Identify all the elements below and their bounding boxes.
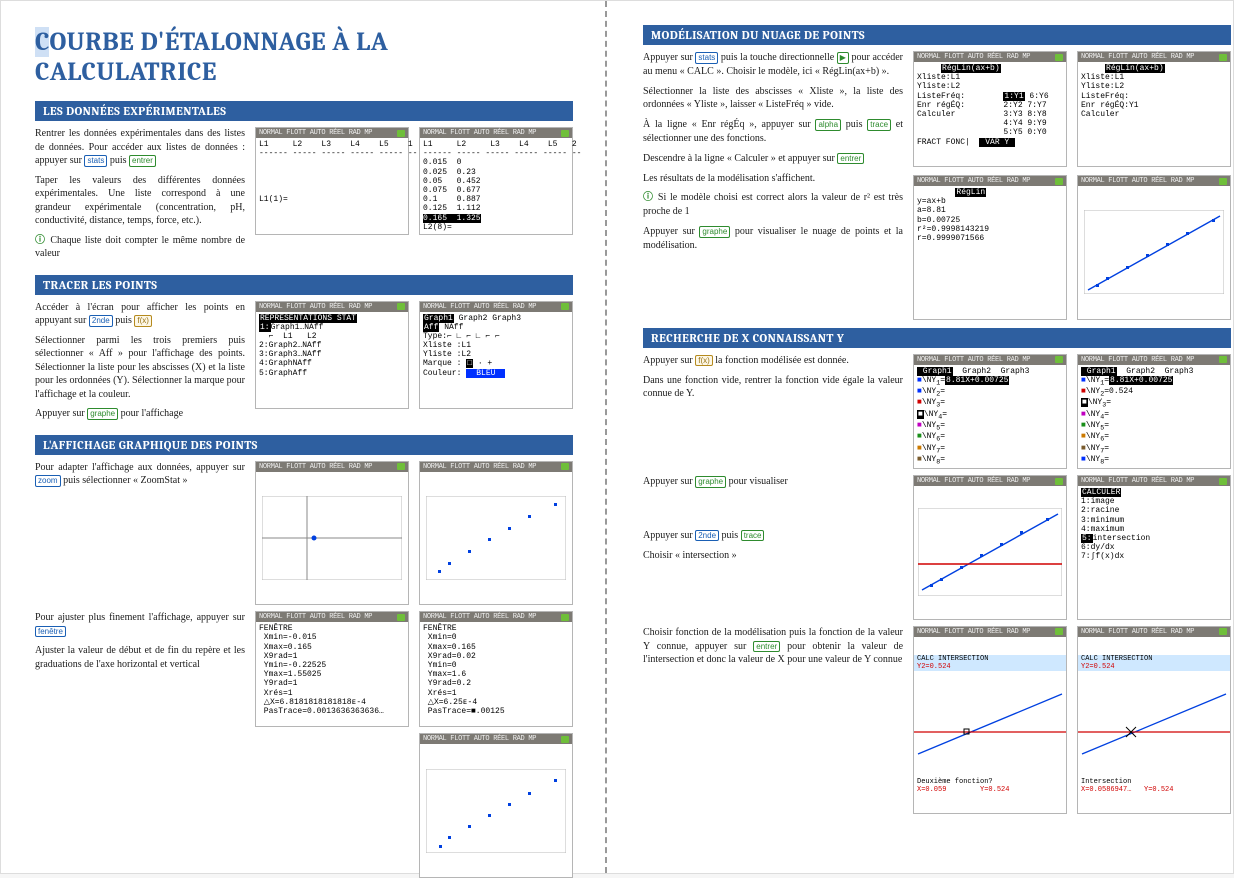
intersection-plot-icon (1078, 690, 1230, 760)
calc-screen-reglin-setup2: NORMAL FLOTT AUTO RÉEL RAD MP RégLin(ax+… (1077, 51, 1231, 167)
key-trace: trace (867, 119, 891, 131)
battery-icon (1055, 356, 1063, 363)
s4-text: Appuyer sur stats puis la touche directi… (643, 51, 903, 259)
doc-title: CCOURBE D'ÉTALONNAGE À LA CALCULATRICEOU… (35, 27, 573, 87)
heading-s3: L'AFFICHAGE GRAPHIQUE DES POINTS (35, 435, 573, 455)
calc-screen-yeditor-1: NORMAL FLOTT AUTO RÉEL RAD MP Graph1 Gra… (913, 354, 1067, 469)
intersection-plot-icon (914, 690, 1066, 760)
info-icon: ⓘ (643, 192, 654, 203)
battery-icon (1219, 54, 1227, 61)
key-graphe: graphe (87, 408, 118, 420)
battery-icon (1219, 356, 1227, 363)
key-stats: stats (695, 52, 718, 64)
s2-text: Accéder à l'écran pour afficher les poin… (35, 301, 245, 427)
key-trace: trace (741, 530, 765, 542)
page-right: MODÉLISATION DU NUAGE DE POINTS Appuyer … (609, 1, 1234, 873)
battery-icon (1219, 628, 1227, 635)
heading-s1: LES DONNÉES EXPÉRIMENTALES (35, 101, 573, 121)
key-zoom: zoom (35, 475, 61, 487)
plot-axes-icon (262, 496, 402, 580)
line-fit-plot-icon (1084, 210, 1224, 294)
battery-icon (561, 130, 569, 137)
calc-screen-points-adjusted: NORMAL FLOTT AUTO RÉEL RAD MP (419, 733, 573, 878)
battery-icon (1055, 54, 1063, 61)
battery-icon (397, 303, 405, 310)
s3-text-a: Pour adapter l'affichage aux données, ap… (35, 461, 245, 494)
battery-icon (1055, 178, 1063, 185)
battery-icon (1219, 478, 1227, 485)
calc-screen-axes-default: NORMAL FLOTT AUTO RÉEL RAD MP (255, 461, 409, 606)
calc-screen-yeditor-2: NORMAL FLOTT AUTO RÉEL RAD MP Graph1 Gra… (1077, 354, 1231, 469)
calc-screen-reglin-graph: NORMAL FLOTT AUTO RÉEL RAD MP (1077, 175, 1231, 320)
calc-screen-window1: NORMAL FLOTT AUTO RÉEL RAD MP FENÊTRE Xm… (255, 611, 409, 727)
page-left: CCOURBE D'ÉTALONNAGE À LA CALCULATRICEOU… (1, 1, 603, 873)
battery-icon (561, 303, 569, 310)
page-gutter (605, 1, 607, 873)
calc-screen-list-filled: NORMAL FLOTT AUTO RÉEL RAD MP L1 L2 L3 L… (419, 127, 573, 235)
battery-icon (1055, 478, 1063, 485)
battery-icon (561, 463, 569, 470)
heading-s2: TRACER LES POINTS (35, 275, 573, 295)
s5-text-c: Choisir fonction de la modélisation puis… (643, 626, 903, 673)
key-right: ▶ (837, 52, 849, 64)
calc-screen-points-zoomstat: NORMAL FLOTT AUTO RÉEL RAD MP (419, 461, 573, 606)
battery-icon (1055, 628, 1063, 635)
battery-icon (397, 614, 405, 621)
key-fx: f(x) (134, 315, 152, 327)
calc-screen-reglin-setup1: NORMAL FLOTT AUTO RÉEL RAD MP RégLin(ax+… (913, 51, 1067, 167)
key-stats: stats (84, 155, 107, 167)
scatter-plot-icon (426, 769, 566, 853)
s5-text-b: Appuyer sur graphe pour visualiser Appuy… (643, 475, 903, 568)
key-fenetre: fenêtre (35, 626, 66, 638)
calc-screen-twoplots: NORMAL FLOTT AUTO RÉEL RAD MP (913, 475, 1067, 620)
battery-icon (397, 130, 405, 137)
key-entrer: entrer (129, 155, 156, 167)
battery-icon (561, 736, 569, 743)
battery-icon (561, 614, 569, 621)
calc-screen-list-empty: NORMAL FLOTT AUTO RÉEL RAD MP L1 L2 L3 L… (255, 127, 409, 235)
key-alpha: alpha (815, 119, 841, 131)
calc-screen-window2: NORMAL FLOTT AUTO RÉEL RAD MP FENÊTRE Xm… (419, 611, 573, 727)
battery-icon (397, 463, 405, 470)
key-entrer: entrer (837, 153, 864, 165)
calc-screen-reglin-result: NORMAL FLOTT AUTO RÉEL RAD MP RégLin y=a… (913, 175, 1067, 320)
calc-screen-intersection-r: NORMAL FLOTT AUTO RÉEL RAD MP CALC INTER… (1077, 626, 1231, 814)
intersection-plot-icon (918, 508, 1062, 596)
heading-s5: RECHERCHE DE X CONNAISSANT Y (643, 328, 1231, 348)
key-entrer: entrer (753, 641, 780, 653)
key-fx: f(x) (695, 355, 713, 367)
key-2nde: 2nde (695, 530, 719, 542)
key-graphe: graphe (695, 476, 726, 488)
s3-text-b: Pour ajuster plus finement l'affichage, … (35, 611, 245, 677)
heading-s4: MODÉLISATION DU NUAGE DE POINTS (643, 25, 1231, 45)
key-2nde: 2nde (89, 315, 113, 327)
s5-text-a: Appuyer sur f(x) la fonction modélisée e… (643, 354, 903, 407)
calc-screen-statplot-list: NORMAL FLOTT AUTO RÉEL RAD MP REPRÉSENTA… (255, 301, 409, 409)
scatter-plot-icon (426, 496, 566, 580)
info-icon: ⓘ (35, 235, 46, 246)
s1-text: Rentrer les données expérimentales dans … (35, 127, 245, 267)
calc-screen-statplot-config: NORMAL FLOTT AUTO RÉEL RAD MP Graph1 Gra… (419, 301, 573, 409)
key-graphe: graphe (699, 226, 730, 238)
battery-icon (1219, 178, 1227, 185)
calc-screen-calcmenu: NORMAL FLOTT AUTO RÉEL RAD MP CALCULER 1… (1077, 475, 1231, 620)
calc-screen-intersection-q: NORMAL FLOTT AUTO RÉEL RAD MP CALC INTER… (913, 626, 1067, 814)
